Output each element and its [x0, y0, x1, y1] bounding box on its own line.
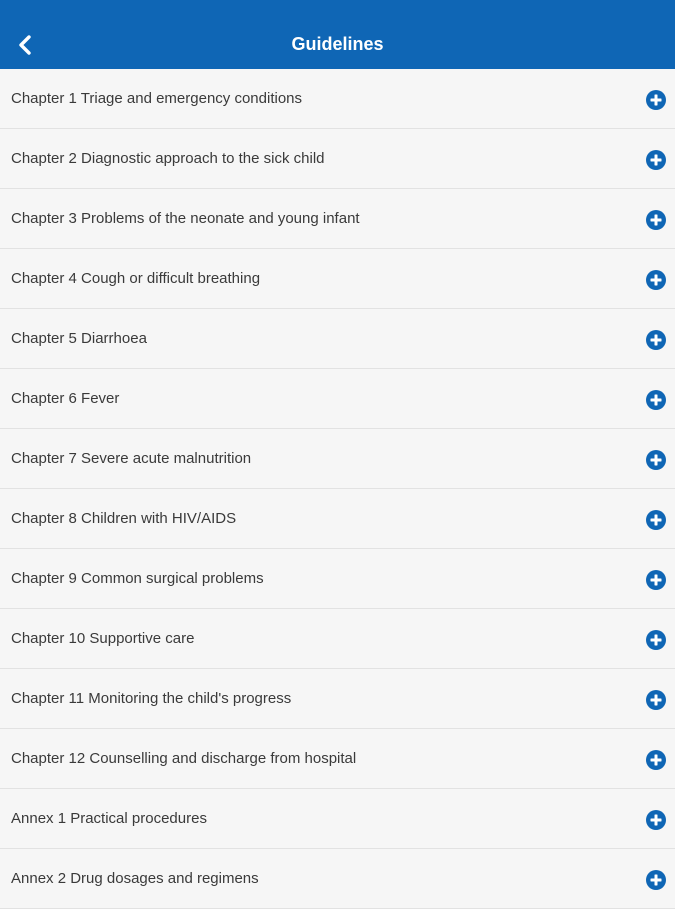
list-item-label: Chapter 5 Diarrhoea [11, 330, 147, 347]
list-item-chapter-1[interactable]: Chapter 1 Triage and emergency condition… [0, 69, 675, 129]
list-item-label: Chapter 4 Cough or difficult breathing [11, 270, 261, 287]
plus-circle-icon[interactable] [646, 630, 666, 650]
plus-circle-icon[interactable] [646, 450, 666, 470]
plus-circle-icon[interactable] [646, 570, 666, 590]
plus-circle-icon[interactable] [646, 330, 666, 350]
list-item-chapter-6[interactable]: Chapter 6 Fever [0, 369, 675, 429]
list-item-label: Annex 1 Practical procedures [11, 810, 207, 827]
list-item-chapter-12[interactable]: Chapter 12 Counselling and discharge fro… [0, 729, 675, 789]
list-item-label: Chapter 10 Supportive care [11, 630, 195, 647]
list-item-chapter-4[interactable]: Chapter 4 Cough or difficult breathing [0, 249, 675, 309]
plus-circle-icon[interactable] [646, 210, 666, 230]
list-item-chapter-10[interactable]: Chapter 10 Supportive care [0, 609, 675, 669]
list-item-chapter-11[interactable]: Chapter 11 Monitoring the child's progre… [0, 669, 675, 729]
plus-circle-icon[interactable] [646, 390, 666, 410]
list-item-chapter-9[interactable]: Chapter 9 Common surgical problems [0, 549, 675, 609]
app-header: Guidelines [0, 0, 675, 69]
list-item-label: Chapter 7 Severe acute malnutrition [11, 450, 252, 467]
guidelines-list: Chapter 1 Triage and emergency condition… [0, 69, 675, 909]
plus-circle-icon[interactable] [646, 270, 666, 290]
list-item-annex-2[interactable]: Annex 2 Drug dosages and regimens [0, 849, 675, 909]
plus-circle-icon[interactable] [646, 150, 666, 170]
list-item-chapter-2[interactable]: Chapter 2 Diagnostic approach to the sic… [0, 129, 675, 189]
plus-circle-icon[interactable] [646, 810, 666, 830]
plus-circle-icon[interactable] [646, 690, 666, 710]
list-item-label: Annex 2 Drug dosages and regimens [11, 870, 259, 887]
list-item-chapter-5[interactable]: Chapter 5 Diarrhoea [0, 309, 675, 369]
list-item-label: Chapter 11 Monitoring the child's progre… [11, 690, 292, 707]
list-item-annex-1[interactable]: Annex 1 Practical procedures [0, 789, 675, 849]
plus-circle-icon[interactable] [646, 90, 666, 110]
list-item-label: Chapter 6 Fever [11, 390, 120, 407]
list-item-chapter-7[interactable]: Chapter 7 Severe acute malnutrition [0, 429, 675, 489]
list-item-label: Chapter 9 Common surgical problems [11, 570, 264, 587]
plus-circle-icon[interactable] [646, 510, 666, 530]
list-item-label: Chapter 1 Triage and emergency condition… [11, 90, 303, 107]
list-item-label: Chapter 12 Counselling and discharge fro… [11, 750, 357, 767]
plus-circle-icon[interactable] [646, 870, 666, 890]
list-item-label: Chapter 8 Children with HIV/AIDS [11, 510, 237, 527]
list-item-label: Chapter 3 Problems of the neonate and yo… [11, 210, 360, 227]
list-item-chapter-3[interactable]: Chapter 3 Problems of the neonate and yo… [0, 189, 675, 249]
list-item-chapter-8[interactable]: Chapter 8 Children with HIV/AIDS [0, 489, 675, 549]
list-item-label: Chapter 2 Diagnostic approach to the sic… [11, 150, 325, 167]
plus-circle-icon[interactable] [646, 750, 666, 770]
